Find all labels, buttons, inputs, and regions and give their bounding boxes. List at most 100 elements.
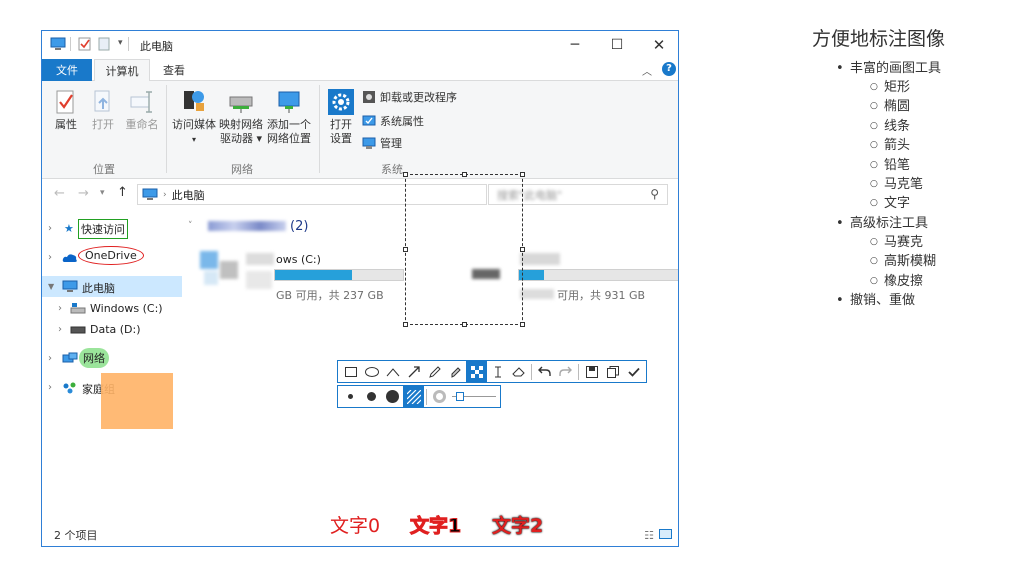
manage-item[interactable]: 管理 (362, 135, 402, 151)
nav-item-data-d[interactable]: › Data (D:) (42, 319, 182, 340)
open-icon (94, 90, 110, 112)
this-pc-label: 此电脑 (82, 282, 115, 295)
resize-handle[interactable] (520, 172, 525, 177)
add-location-label-1: 添加一个 (267, 118, 311, 131)
collapse-chevron-icon[interactable]: ▼ (48, 282, 54, 291)
group-network-label: 网络 (231, 163, 253, 176)
resize-handle[interactable] (462, 322, 467, 327)
blur-circle-icon[interactable] (429, 386, 450, 407)
manage-icon (362, 137, 376, 149)
pencil-icon[interactable] (424, 361, 445, 382)
network-location-icon (278, 91, 300, 113)
nav-item-quick-access[interactable]: › ★ 快速访问 (42, 218, 182, 239)
pixelated-block (520, 289, 554, 299)
slider-thumb[interactable] (456, 392, 464, 401)
status-bar: 2 个项目 ☷ (42, 524, 678, 546)
open-settings-button[interactable]: 打开 设置 (324, 89, 358, 146)
quick-access-dropdown-icon[interactable]: ▾ (118, 38, 123, 48)
check-icon[interactable] (623, 361, 644, 382)
uninstall-icon (363, 91, 375, 103)
recent-dropdown-icon[interactable]: ▾ (100, 188, 105, 198)
nav-item-windows-c[interactable]: › Windows (C:) (42, 298, 182, 319)
resize-handle[interactable] (520, 247, 525, 252)
properties-check-icon[interactable] (78, 37, 92, 51)
open-label: 打开 (92, 118, 114, 131)
tab-file[interactable]: 文件 (42, 59, 92, 81)
expand-chevron-icon[interactable]: › (48, 382, 52, 393)
medium-dot-icon[interactable] (361, 386, 382, 407)
nav-item-network[interactable]: › 网络 (42, 348, 182, 369)
large-icons-view-icon[interactable] (659, 529, 672, 539)
system-properties-item[interactable]: 系统属性 (362, 113, 424, 129)
undo-icon[interactable] (534, 361, 555, 382)
settings-gear-icon (328, 89, 354, 115)
tab-view[interactable]: 查看 (154, 59, 194, 81)
homegroup-icon (63, 382, 76, 394)
expand-chevron-icon[interactable]: › (58, 324, 62, 335)
redo-icon[interactable] (555, 361, 576, 382)
expand-chevron-icon[interactable]: › (48, 252, 52, 263)
collapse-ribbon-icon[interactable]: ︿ (642, 63, 652, 78)
text-cursor-icon[interactable] (487, 361, 508, 382)
nav-item-this-pc[interactable]: ▼ 此电脑 (42, 276, 182, 297)
drive-d-info: 可用，共 931 GB (557, 289, 646, 302)
feature-notes: 方便地标注图像 丰富的画图工具 矩形 椭圆 线条 箭头 铅笔 马克笔 文字 高级… (812, 24, 1012, 310)
drive-d-usage-bar (518, 269, 678, 281)
list-item: 高斯模糊 (812, 252, 1012, 272)
open-settings-label-1: 打开 (330, 118, 352, 131)
title-bar: ▾ 此电脑 ─ ☐ ✕ (42, 31, 678, 59)
uninstall-programs-item[interactable]: 卸载或更改程序 (362, 89, 457, 105)
system-properties-label: 系统属性 (380, 115, 424, 128)
copy-icon[interactable] (602, 361, 623, 382)
maximize-button[interactable]: ☐ (596, 31, 638, 59)
pixelated-name (246, 253, 274, 265)
forward-arrow-icon[interactable]: → (78, 186, 89, 201)
arrow-icon[interactable] (403, 361, 424, 382)
filled-rectangle-annotation[interactable] (101, 373, 173, 429)
resize-handle[interactable] (520, 322, 525, 327)
resize-handle[interactable] (403, 322, 408, 327)
list-item: 铅笔 (812, 156, 1012, 176)
close-button[interactable]: ✕ (638, 31, 678, 59)
list-item: 矩形 (812, 78, 1012, 98)
intensity-slider[interactable] (450, 386, 498, 407)
expand-chevron-icon[interactable]: › (48, 353, 52, 364)
map-drive-label-2: 驱动器 (219, 132, 253, 145)
nav-item-onedrive[interactable]: › OneDrive (42, 246, 182, 268)
hatch-pattern-icon[interactable] (403, 386, 424, 407)
selection-rectangle[interactable] (403, 172, 525, 327)
map-drive-button[interactable]: 映射网络 驱动器 ▾ (218, 87, 264, 146)
expand-chevron-icon[interactable]: › (48, 223, 52, 234)
ellipse-icon[interactable] (361, 361, 382, 382)
minimize-button[interactable]: ─ (554, 31, 596, 59)
properties-button[interactable]: 属性 (48, 89, 84, 132)
large-dot-icon[interactable] (382, 386, 403, 407)
details-view-icon[interactable]: ☷ (644, 529, 654, 542)
help-icon[interactable]: ? (662, 62, 676, 76)
mosaic-icon[interactable] (466, 361, 487, 382)
rectangle-icon[interactable] (340, 361, 361, 382)
new-file-icon[interactable] (98, 37, 110, 51)
small-dot-icon[interactable] (340, 386, 361, 407)
up-arrow-icon[interactable]: ↑ (117, 185, 128, 200)
eraser-icon[interactable] (508, 361, 529, 382)
computer-icon (62, 280, 78, 292)
add-network-location-button[interactable]: 添加一个 网络位置 (266, 87, 312, 146)
rename-button[interactable]: 重命名 (122, 89, 162, 132)
add-location-label-2: 网络位置 (267, 132, 311, 145)
save-icon[interactable] (581, 361, 602, 382)
marker-icon[interactable] (445, 361, 466, 382)
tab-computer[interactable]: 计算机 (94, 59, 150, 82)
toolbar-separator (426, 388, 427, 405)
open-button[interactable]: 打开 (86, 89, 120, 132)
back-arrow-icon[interactable]: ← (54, 186, 65, 201)
onedrive-label: OneDrive (78, 246, 144, 265)
access-media-button[interactable]: 访问媒体 ▾ (170, 87, 218, 147)
rename-icon (130, 91, 152, 113)
resize-handle[interactable] (403, 247, 408, 252)
expand-chevron-icon[interactable]: › (58, 303, 62, 314)
polyline-icon[interactable] (382, 361, 403, 382)
group-collapse-icon[interactable]: ˅ (188, 221, 193, 231)
resize-handle[interactable] (403, 172, 408, 177)
resize-handle[interactable] (462, 172, 467, 177)
